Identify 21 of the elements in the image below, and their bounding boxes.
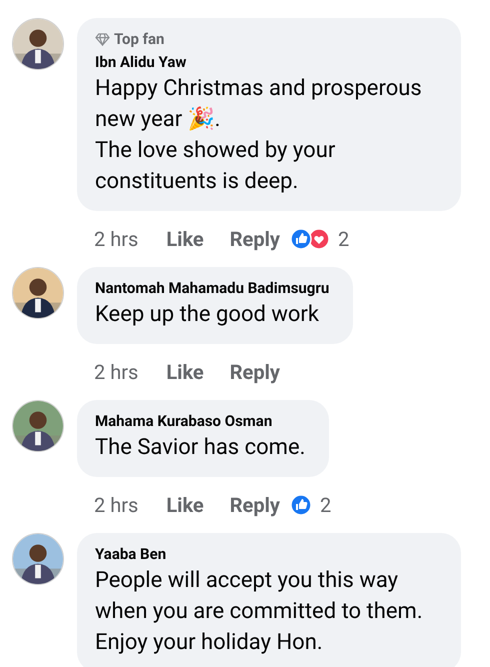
top-fan-label: Top fan xyxy=(114,29,164,50)
comment-time: 2 hrs xyxy=(94,492,138,518)
reply-link[interactable]: Reply xyxy=(230,356,280,386)
comment-text: Happy Christmas and prosperous new year 🎉. The love showed by your constituents is deep. xyxy=(95,74,423,196)
comment-text: Keep up the good work xyxy=(95,300,320,328)
like-link[interactable]: Like xyxy=(166,224,204,254)
like-link[interactable]: Like xyxy=(166,356,204,386)
diamond-icon xyxy=(95,32,110,46)
reply-link[interactable]: Reply xyxy=(230,224,280,254)
comment-time: 2 hrs xyxy=(94,358,138,386)
author-name[interactable]: Mahama Kurabaso Osman xyxy=(95,410,306,432)
author-name[interactable]: Nantomah Mahamadu Badimsugru xyxy=(95,276,330,298)
reaction-count[interactable]: 2 xyxy=(320,490,332,520)
comment-time: 2 hrs xyxy=(94,226,138,252)
comment-text: The Savior has come. xyxy=(95,434,306,462)
like-link[interactable]: Like xyxy=(166,490,204,520)
author-name[interactable]: Ibn Alidu Yaw xyxy=(95,50,437,72)
author-name[interactable]: Yaaba Ben xyxy=(95,542,437,564)
comment-text: People will accept you this way when you are committed to them. Enjoy your holiday Hon. xyxy=(95,566,424,656)
reaction-count[interactable]: 2 xyxy=(338,224,350,254)
reply-link[interactable]: Reply xyxy=(230,490,280,520)
